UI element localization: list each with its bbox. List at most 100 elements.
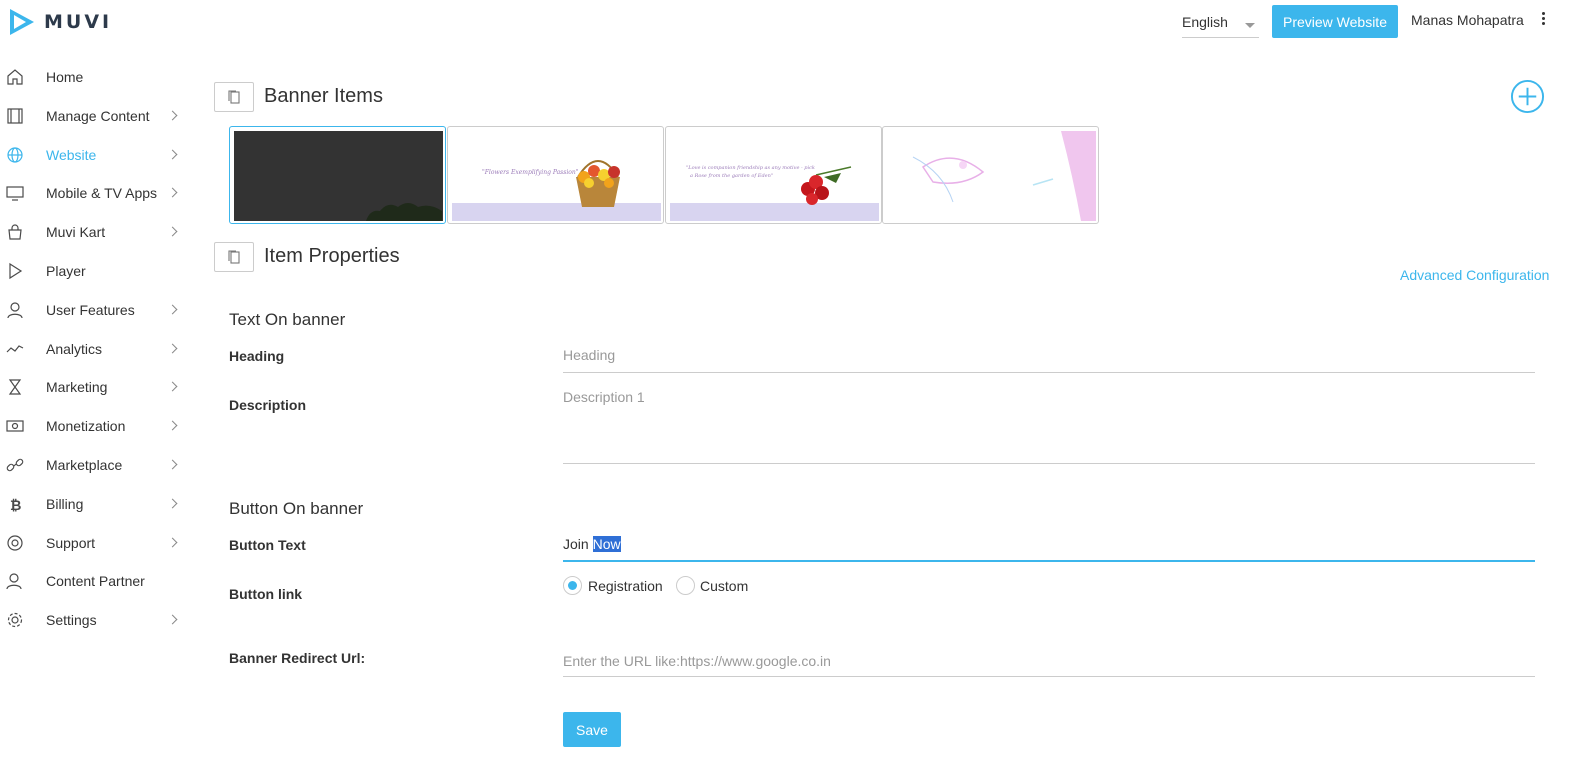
sidebar-item-content-partner[interactable]: Content Partner [0,561,195,600]
banner-items-title: Banner Items [264,85,383,107]
svg-text:a Rose from the garden of Eden: a Rose from the garden of Eden" [690,173,773,179]
heading-input[interactable]: Heading [563,347,1535,373]
button-link-label: Button link [229,586,303,602]
banner-redirect-url-input[interactable]: Enter the URL like:https://www.google.co… [563,653,1535,677]
preview-website-button[interactable]: Preview Website [1272,5,1398,38]
banner-image [234,131,443,221]
copy-icon [228,250,240,264]
lifebuoy-icon [7,534,23,551]
sidebar-item-analytics[interactable]: Analytics [0,329,195,368]
registration-radio[interactable] [563,576,582,595]
sidebar-item-label: Player [46,262,86,279]
chevron-right-icon [167,537,178,548]
partner-icon [6,573,22,590]
film-icon [7,108,23,124]
sidebar-item-label: Marketplace [46,456,123,473]
chevron-right-icon [167,459,178,470]
chevron-right-icon [167,343,178,354]
globe-icon [7,146,23,163]
banner-redirect-url-label: Banner Redirect Url: [229,650,366,666]
svg-text:₿: ₿ [10,498,21,513]
banner-items-icon-box [214,82,254,112]
sidebar-item-support[interactable]: Support [0,523,195,562]
button-on-banner-title: Button On banner [229,499,364,518]
chevron-right-icon [167,498,178,509]
text-on-banner-title: Text On banner [229,310,346,329]
sidebar-item-monetization[interactable]: Monetization [0,406,195,445]
sidebar-item-user-features[interactable]: User Features [0,290,195,329]
button-text-selection: Now [592,536,621,552]
svg-text:"Flowers Exemplifying Passion": "Flowers Exemplifying Passion" [482,169,579,176]
custom-radio[interactable] [676,576,695,595]
save-button[interactable]: Save [563,712,621,747]
sidebar-item-muvi-kart[interactable]: Muvi Kart [0,212,195,251]
chevron-right-icon [167,420,178,431]
banner-image: "Flowers Exemplifying Passion" [452,131,661,221]
sidebar-nav: Home Manage Content Website Mobile & TV … [0,57,195,639]
sidebar-item-player[interactable]: Player [0,251,195,290]
redirect-url-placeholder: Enter the URL like:https://www.google.co… [563,653,831,669]
sidebar-item-website[interactable]: Website [0,135,195,174]
sidebar-item-billing[interactable]: ₿ Billing [0,484,195,523]
kebab-menu-icon[interactable] [1540,12,1548,28]
sidebar-item-home[interactable]: Home [0,57,195,96]
muvi-logo-icon [10,9,34,35]
language-select[interactable]: English [1182,8,1259,38]
sidebar-item-label: Mobile & TV Apps [46,185,158,202]
description-placeholder: Description 1 [563,389,645,405]
chevron-right-icon [167,304,178,315]
monitor-icon [6,186,24,201]
button-text-input[interactable]: Join Now [563,536,1535,562]
sidebar-item-label: Website [46,146,97,163]
heading-label: Heading [229,348,285,364]
sidebar-item-label: Monetization [46,418,126,435]
logo-text: MUVI [44,11,113,33]
chevron-right-icon [167,187,178,198]
home-icon [7,69,23,85]
user-icon [7,302,23,318]
description-textarea[interactable]: Description 1 [563,389,1535,464]
caret-down-icon [1245,23,1255,28]
copy-icon [228,90,240,104]
sidebar-item-settings[interactable]: Settings [0,600,195,639]
play-icon [9,262,23,280]
chevron-right-icon [167,614,178,625]
sidebar-item-label: Muvi Kart [46,224,106,241]
sidebar-item-mobile-tv-apps[interactable]: Mobile & TV Apps [0,173,195,212]
hourglass-icon [8,379,22,395]
banner-thumbnail[interactable]: "Love is companion friendship as any mot… [665,126,882,224]
button-text-value: Join [563,536,593,552]
sidebar-item-marketing[interactable]: Marketing [0,367,195,406]
gear-icon [7,613,23,628]
banner-thumbnail[interactable]: "Flowers Exemplifying Passion" [447,126,664,224]
item-properties-title: Item Properties [264,245,400,267]
heading-placeholder: Heading [563,347,616,363]
sidebar-item-label: User Features [46,301,135,318]
registration-radio-label[interactable]: Registration [588,578,663,594]
trend-line-icon [6,344,24,353]
description-label: Description [229,397,307,413]
sidebar-item-label: Content Partner [46,573,145,590]
sidebar-item-label: Marketing [46,379,108,396]
user-name[interactable]: Manas Mohapatra [1411,12,1524,28]
money-icon [6,420,24,432]
sidebar-item-marketplace[interactable]: Marketplace [0,445,195,484]
language-value: English [1182,14,1228,30]
advanced-configuration-link[interactable]: Advanced Configuration [1400,267,1549,283]
chevron-right-icon [167,226,178,237]
muvi-logo[interactable]: MUVI [8,5,112,39]
link-icon [6,458,24,472]
banner-thumbnail[interactable] [882,126,1099,224]
button-text-label: Button Text [229,537,306,553]
sidebar-item-label: Support [46,534,96,551]
add-banner-plus-icon[interactable] [1510,79,1545,114]
chevron-right-icon [167,381,178,392]
sidebar-item-label: Home [46,69,84,85]
shopping-bag-icon [8,224,22,240]
sidebar-item-label: Settings [46,612,97,629]
bitcoin-icon: ₿ [10,498,21,513]
banner-thumbnail[interactable] [229,126,446,224]
sidebar-item-label: Billing [46,495,84,512]
custom-radio-label[interactable]: Custom [700,578,748,594]
sidebar-item-manage-content[interactable]: Manage Content [0,96,195,135]
